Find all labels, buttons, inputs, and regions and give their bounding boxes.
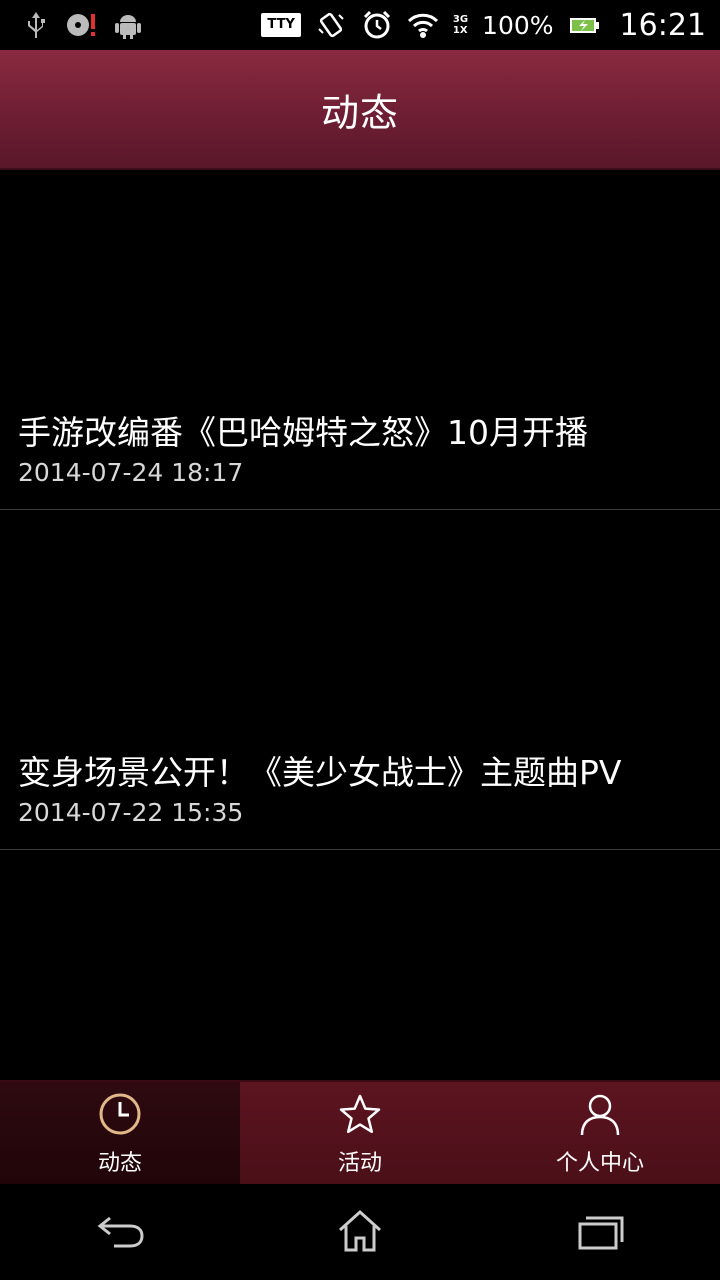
status-bar: TTY 3G 1X 100% 16:21 bbox=[0, 0, 720, 50]
news-headline: 手游改编番《巴哈姆特之怒》10月开播 bbox=[18, 413, 588, 452]
star-icon bbox=[337, 1091, 383, 1141]
alarm-icon bbox=[361, 9, 393, 41]
list-item[interactable]: 变身场景公开！《美少女战士》主题曲PV 2014-07-22 15:35 bbox=[0, 510, 720, 850]
home-icon bbox=[334, 1208, 386, 1256]
tty-icon: TTY bbox=[261, 13, 301, 37]
battery-charging-icon bbox=[568, 9, 600, 41]
back-icon bbox=[94, 1208, 146, 1256]
tab-profile[interactable]: 个人中心 bbox=[480, 1082, 720, 1186]
list-item[interactable]: 手游改编番《巴哈姆特之怒》10月开播 2014-07-24 18:17 bbox=[0, 170, 720, 510]
person-icon bbox=[577, 1091, 623, 1141]
tab-events[interactable]: 活动 bbox=[240, 1082, 480, 1186]
sd-card-alert-icon bbox=[66, 9, 98, 41]
signal-icon: 3G 1X bbox=[452, 14, 469, 36]
recent-apps-icon bbox=[574, 1208, 626, 1256]
news-date: 2014-07-22 15:35 bbox=[18, 798, 244, 827]
battery-level: 100% bbox=[482, 10, 554, 40]
news-headline: 变身场景公开！《美少女战士》主题曲PV bbox=[18, 753, 622, 792]
system-nav-bar bbox=[0, 1184, 720, 1280]
vibrate-icon bbox=[315, 9, 347, 41]
tab-label: 活动 bbox=[337, 1151, 382, 1176]
title-bar: 动态 bbox=[0, 50, 720, 170]
back-button[interactable] bbox=[80, 1202, 160, 1262]
usb-icon bbox=[20, 9, 52, 41]
tab-label: 个人中心 bbox=[555, 1151, 644, 1176]
bottom-tab-bar: 动态 活动 个人中心 bbox=[0, 1080, 720, 1186]
wifi-icon bbox=[407, 9, 439, 41]
tab-label: 动态 bbox=[97, 1151, 142, 1176]
recent-apps-button[interactable] bbox=[560, 1202, 640, 1262]
news-date: 2014-07-24 18:17 bbox=[18, 458, 244, 487]
android-icon bbox=[112, 9, 144, 41]
tab-news[interactable]: 动态 bbox=[0, 1082, 240, 1186]
page-title: 动态 bbox=[320, 90, 399, 135]
news-list: 手游改编番《巴哈姆特之怒》10月开播 2014-07-24 18:17 变身场景… bbox=[0, 170, 720, 850]
clock-time: 16:21 bbox=[619, 7, 706, 43]
home-button[interactable] bbox=[320, 1202, 400, 1262]
clock-icon bbox=[97, 1091, 143, 1141]
